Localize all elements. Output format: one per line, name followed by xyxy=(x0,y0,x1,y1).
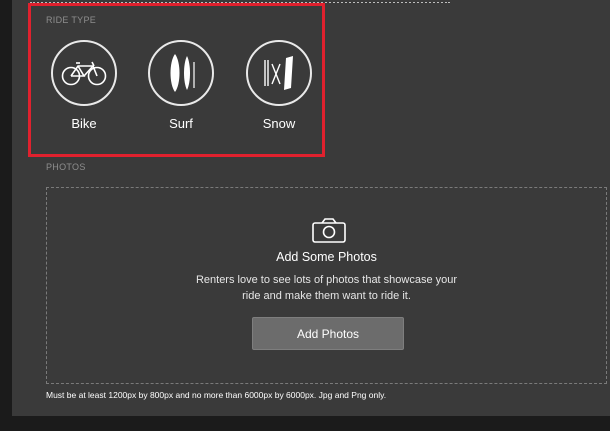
ride-option-bike-label: Bike xyxy=(71,116,97,131)
photos-label: PHOTOS xyxy=(46,162,86,172)
add-photos-description-line-1: Renters love to see lots of photos that … xyxy=(195,274,458,286)
add-photos-button[interactable]: Add Photos xyxy=(252,317,404,350)
photo-dropzone[interactable]: Add Some Photos Renters love to see lots… xyxy=(46,187,607,384)
ride-option-surf[interactable]: Surf xyxy=(146,40,216,131)
ski-icon xyxy=(264,56,293,90)
add-photos-title: Add Some Photos xyxy=(276,250,377,264)
add-photos-description-line-2: ride and make them want to ride it. xyxy=(242,290,411,302)
add-photos-description: Renters love to see lots of photos that … xyxy=(47,272,606,304)
ride-option-surf-label: Surf xyxy=(169,116,193,131)
ride-option-snow[interactable]: Snow xyxy=(244,40,314,131)
ride-option-snow-circle[interactable] xyxy=(246,40,312,106)
surfboard-icon xyxy=(170,54,195,92)
ride-option-snow-label: Snow xyxy=(262,116,296,131)
ride-option-bike[interactable]: Bike xyxy=(49,40,119,131)
ride-option-bike-circle[interactable] xyxy=(51,40,117,106)
bike-icon xyxy=(61,61,107,86)
camera-icon xyxy=(312,218,346,243)
photo-requirements-note: Must be at least 1200px by 800px and no … xyxy=(46,390,387,400)
ride-option-surf-circle[interactable] xyxy=(148,40,214,106)
